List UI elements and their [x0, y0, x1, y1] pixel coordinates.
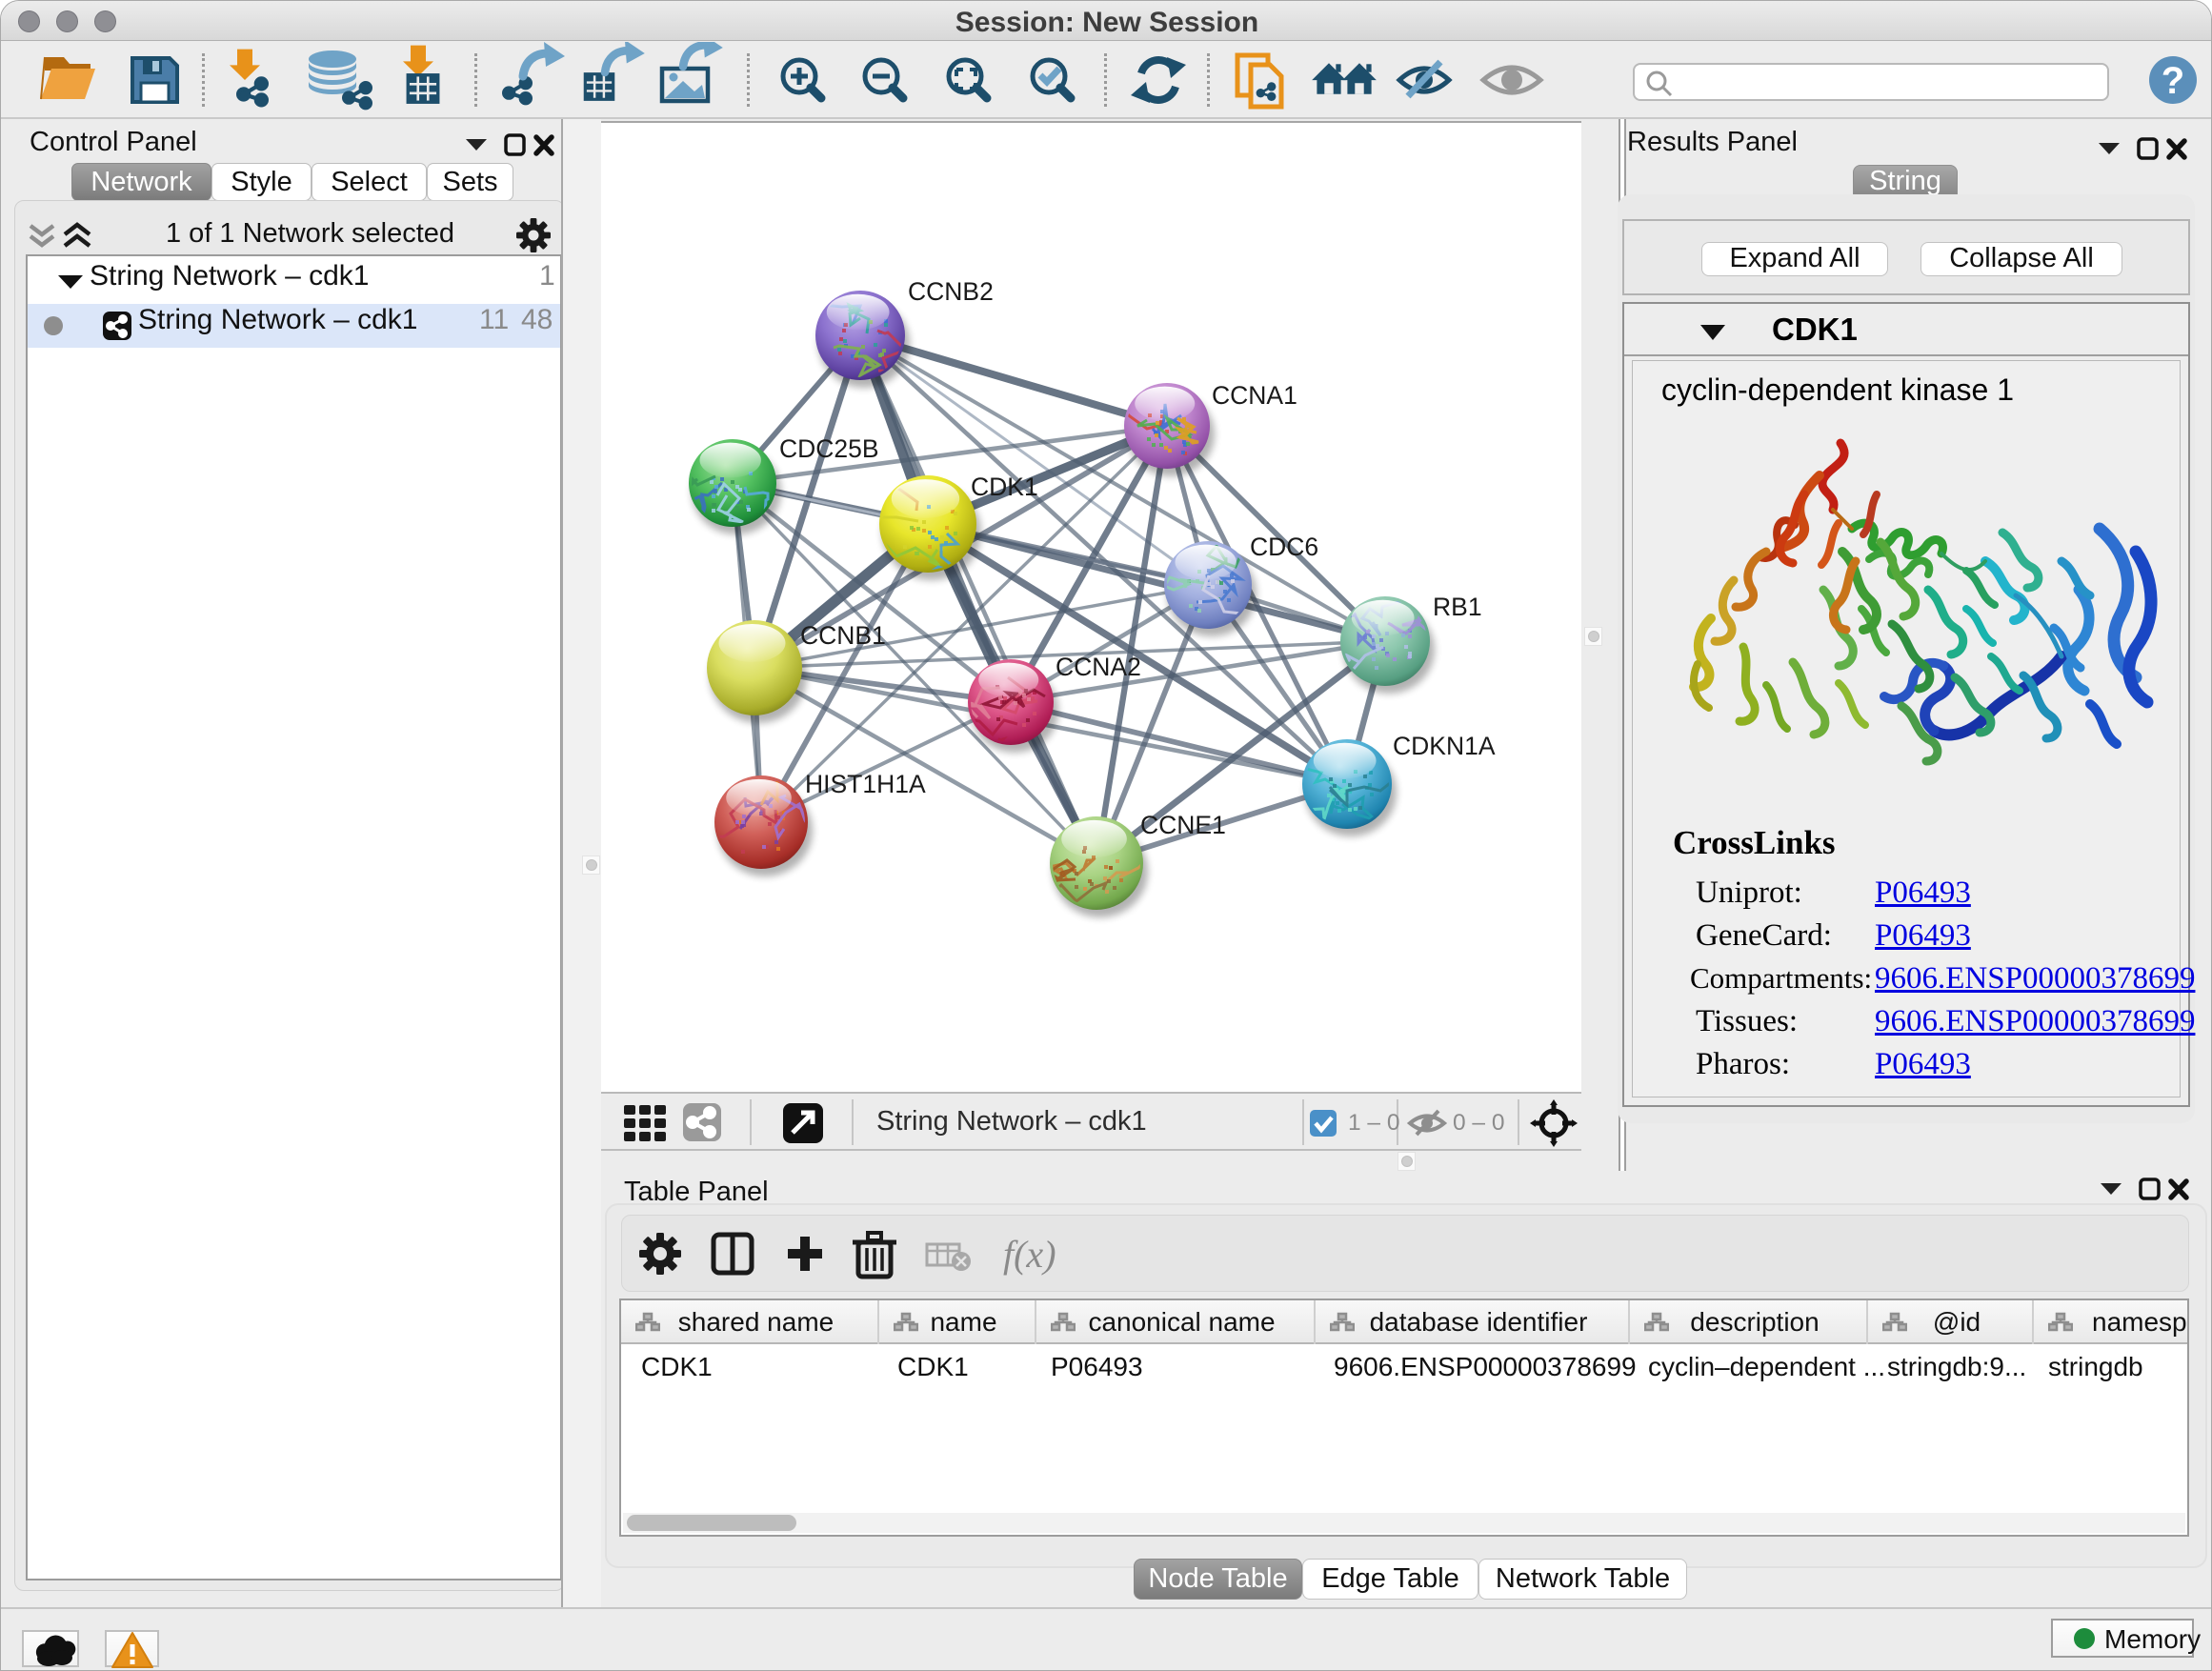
svg-text:CDK1: CDK1 — [971, 473, 1038, 501]
svg-text:CCNB2: CCNB2 — [908, 277, 994, 306]
svg-text:f(x): f(x) — [1003, 1233, 1056, 1276]
svg-text:CDC6: CDC6 — [1250, 533, 1318, 561]
svg-text:CDC25B: CDC25B — [779, 434, 879, 463]
svg-text:CCNB1: CCNB1 — [800, 621, 886, 650]
svg-text:RB1: RB1 — [1433, 593, 1482, 621]
svg-text:CCNE1: CCNE1 — [1140, 811, 1226, 839]
svg-text:HIST1H1A: HIST1H1A — [805, 770, 926, 798]
svg-text:CDKN1A: CDKN1A — [1393, 732, 1496, 760]
svg-text:?: ? — [2162, 60, 2184, 102]
svg-text:CCNA1: CCNA1 — [1212, 381, 1297, 410]
svg-text:CCNA2: CCNA2 — [1056, 653, 1141, 681]
